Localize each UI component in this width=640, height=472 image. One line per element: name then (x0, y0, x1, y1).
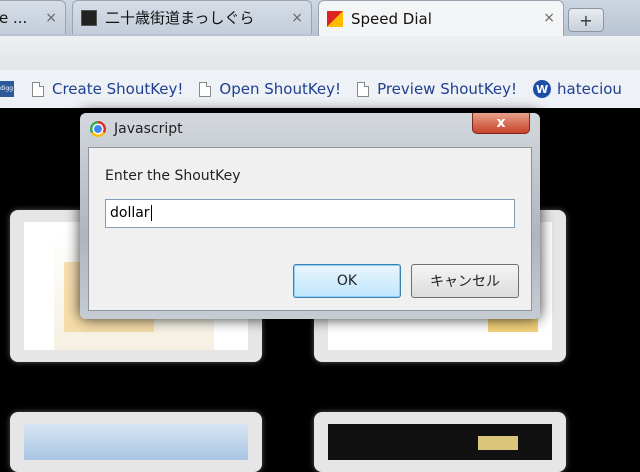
bookmark-preview-shoutkey[interactable]: Preview ShoutKey! (357, 80, 517, 98)
tab-speed-dial[interactable]: Speed Dial × (318, 0, 564, 36)
tab-close-icon[interactable]: × (45, 10, 57, 26)
tab-strip: e ... × 二十歳街道まっしぐら × Speed Dial × + (0, 0, 640, 36)
bookmark-create-shoutkey[interactable]: Create ShoutKey! (32, 80, 183, 98)
speed-dial-thumbnail[interactable] (314, 412, 566, 472)
chrome-icon (90, 121, 106, 137)
page-icon (199, 81, 212, 97)
ok-button[interactable]: OK (293, 264, 401, 298)
speed-dial-thumbnail[interactable] (10, 412, 262, 472)
bookmark-label: hateciou (557, 80, 622, 98)
page-icon (32, 81, 44, 97)
thumbnail-preview (24, 424, 248, 460)
javascript-prompt-dialog: Javascript x Enter the ShoutKey dollar O… (80, 113, 540, 319)
bookmark-label: Preview ShoutKey! (377, 80, 518, 98)
bookmark-open-shoutkey[interactable]: Open ShoutKey! (199, 80, 341, 98)
input-value: dollar (110, 205, 150, 221)
bookmark-label: Open ShoutKey! (219, 80, 342, 98)
bookmark-label: Create ShoutKey! (52, 80, 184, 98)
close-button[interactable]: x (472, 113, 530, 134)
tab-title: Speed Dial (351, 9, 432, 28)
thumbnail-preview (328, 424, 552, 460)
tab-2[interactable]: 二十歳街道まっしぐら × (72, 0, 312, 34)
dialog-body: Enter the ShoutKey dollar OK キャンセル (88, 147, 532, 311)
digg-bookmark-icon[interactable]: digg (0, 81, 14, 97)
bookmark-hatena[interactable]: W hateciou (533, 80, 622, 98)
site-favicon-icon (81, 9, 97, 26)
bookmarks-bar: digg Create ShoutKey! Open ShoutKey! Pre… (0, 70, 640, 108)
tab-close-icon[interactable]: × (543, 10, 555, 26)
new-tab-button[interactable]: + (568, 8, 604, 32)
tab-1[interactable]: e ... × (0, 0, 66, 34)
text-caret (150, 205, 152, 221)
tab-title: 二十歳街道まっしぐら (105, 9, 255, 27)
tab-title: e ... (0, 8, 28, 27)
speed-dial-icon (327, 10, 343, 27)
cancel-button[interactable]: キャンセル (411, 264, 519, 298)
prompt-label: Enter the ShoutKey (105, 168, 241, 184)
toolbar (0, 36, 640, 71)
shoutkey-input[interactable]: dollar (105, 199, 515, 228)
w-logo-icon: W (533, 80, 552, 98)
tab-close-icon[interactable]: × (291, 10, 303, 26)
dialog-title: Javascript (114, 121, 183, 137)
page-icon (357, 81, 370, 97)
